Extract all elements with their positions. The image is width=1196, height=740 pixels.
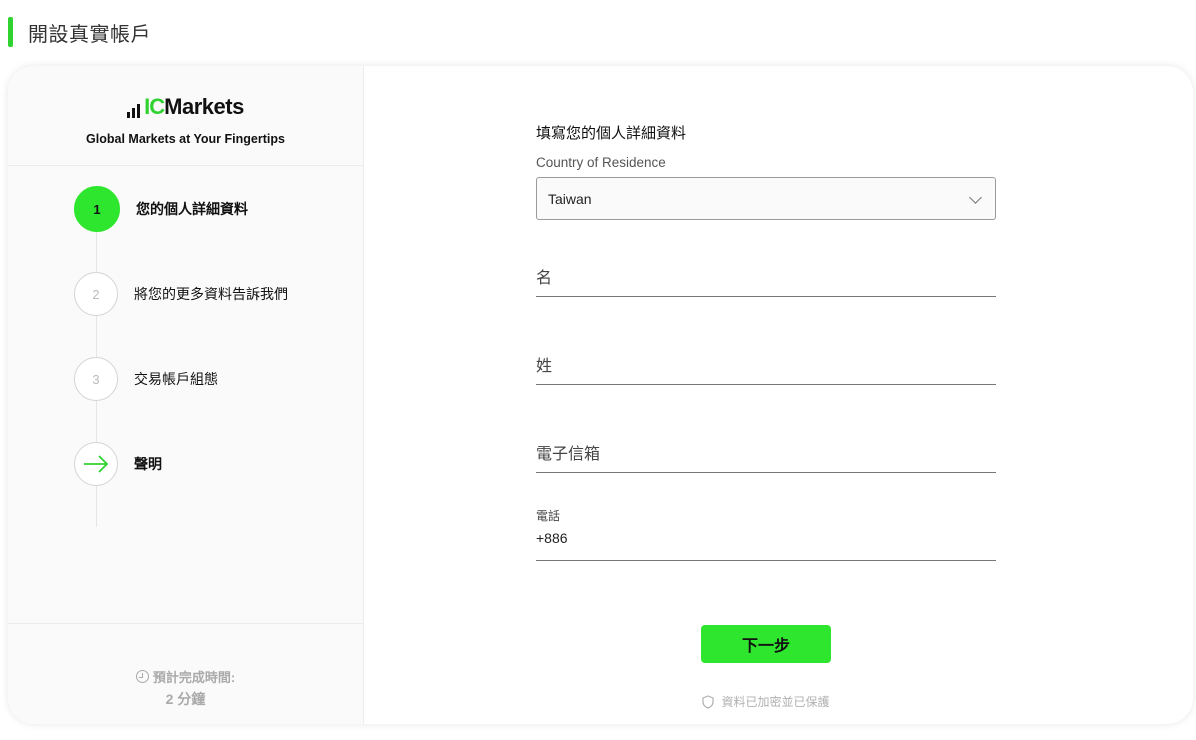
eta-value: 2 分鐘 xyxy=(165,691,206,707)
phone-field[interactable] xyxy=(536,530,996,561)
step-4-label: 聲明 xyxy=(134,456,162,472)
step-4-badge xyxy=(74,442,118,486)
first-name-placeholder: 名 xyxy=(536,270,553,287)
phone-value: +886 xyxy=(536,530,568,546)
header-accent-bar xyxy=(8,17,13,47)
last-name-placeholder: 姓 xyxy=(536,358,553,375)
step-2: 2 將您的更多資料告訴我們 xyxy=(74,272,288,316)
step-3-label: 交易帳戶組態 xyxy=(134,371,218,387)
step-2-label: 將您的更多資料告訴我們 xyxy=(134,286,288,302)
sidebar-footer-divider xyxy=(8,623,363,624)
next-button[interactable]: 下一步 xyxy=(701,625,831,663)
brand: IC Markets Global Markets at Your Finger… xyxy=(8,96,363,147)
country-select[interactable]: Taiwan xyxy=(536,177,996,220)
secure-note-text: 資料已加密並已保護 xyxy=(721,695,830,709)
phone-label: 電話 xyxy=(536,509,561,523)
logo-ic-text: IC xyxy=(144,94,165,119)
email-placeholder: 電子信箱 xyxy=(536,446,601,463)
step-1: 1 您的個人詳細資料 xyxy=(74,186,248,232)
sidebar: IC Markets Global Markets at Your Finger… xyxy=(8,66,364,724)
page-header: 開設真實帳戶 xyxy=(8,17,151,47)
step-4: 聲明 xyxy=(74,442,162,486)
clock-icon xyxy=(135,670,149,683)
step-3-badge: 3 xyxy=(74,357,118,401)
email-field[interactable]: 電子信箱 xyxy=(536,442,996,473)
chevron-down-icon xyxy=(969,191,982,204)
last-name-field[interactable]: 姓 xyxy=(536,354,996,385)
form-title: 填寫您的個人詳細資料 xyxy=(536,125,687,142)
arrow-right-icon xyxy=(84,455,109,473)
secure-note: 資料已加密並已保護 xyxy=(701,693,831,710)
page-title: 開設真實帳戶 xyxy=(28,23,151,46)
eta-label: 預計完成時間: xyxy=(152,670,236,685)
brand-tagline: Global Markets at Your Fingertips xyxy=(86,132,285,146)
country-label: Country of Residence xyxy=(536,155,666,170)
first-name-field[interactable]: 名 xyxy=(536,266,996,297)
logo-markets-text: Markets xyxy=(164,94,244,119)
signup-card: IC Markets Global Markets at Your Finger… xyxy=(8,66,1193,724)
country-value: Taiwan xyxy=(548,190,592,207)
ic-markets-logo: IC Markets xyxy=(127,96,244,118)
step-1-badge: 1 xyxy=(74,186,120,232)
sidebar-divider xyxy=(8,165,363,166)
completion-estimate: 預計完成時間: 2 分鐘 xyxy=(8,667,363,709)
step-3: 3 交易帳戶組態 xyxy=(74,357,218,401)
shield-icon xyxy=(702,694,715,709)
step-2-badge: 2 xyxy=(74,272,118,316)
step-1-label: 您的個人詳細資料 xyxy=(136,201,248,217)
logo-bars-icon xyxy=(127,104,142,118)
